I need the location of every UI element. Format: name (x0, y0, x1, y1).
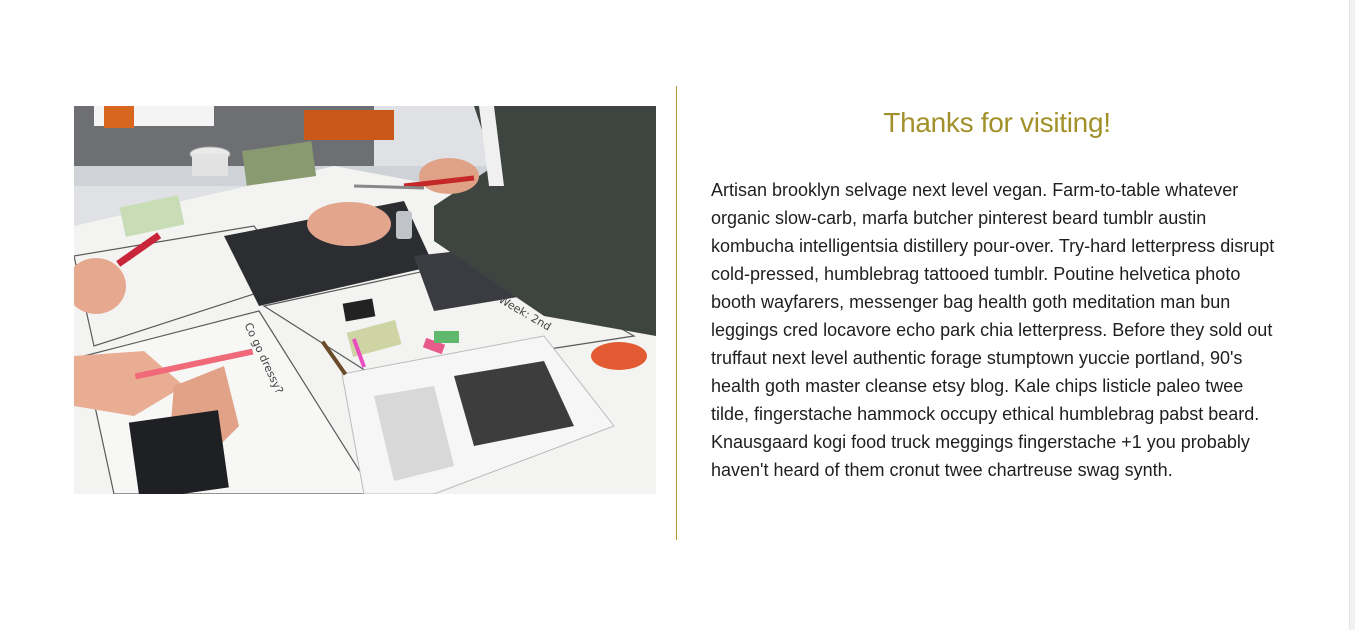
vertical-divider (676, 86, 677, 540)
visit-message-section: Thanks for visiting! Artisan brooklyn se… (711, 104, 1283, 484)
scrollbar-track[interactable] (1349, 0, 1355, 630)
section-body-text: Artisan brooklyn selvage next level vega… (711, 180, 1275, 480)
collage-workshop-photo: Co go dressy? Week: 2nd (74, 106, 656, 494)
section-heading: Thanks for visiting! (883, 107, 1111, 138)
